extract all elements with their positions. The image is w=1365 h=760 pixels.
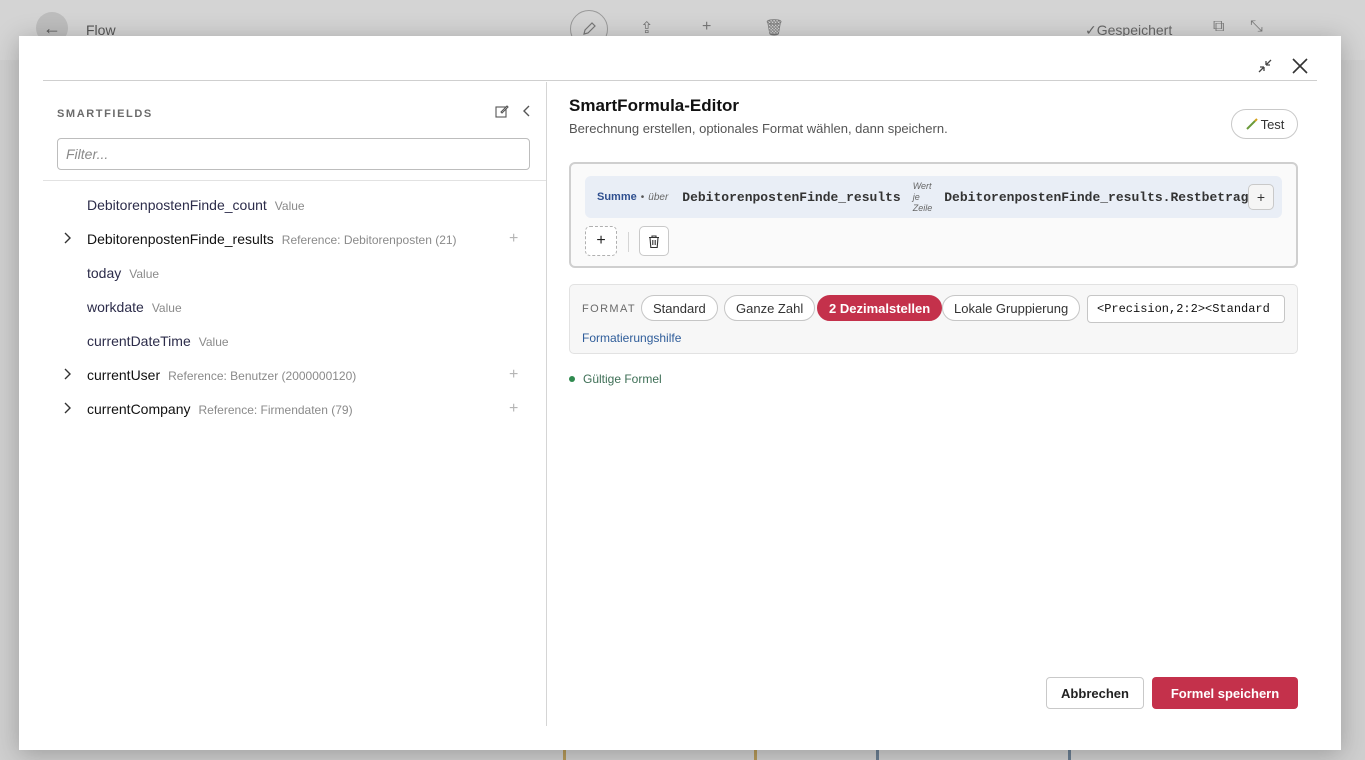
status-dot-icon xyxy=(569,376,575,382)
dialog-header-divider xyxy=(43,80,1317,81)
minimize-icon[interactable] xyxy=(1253,54,1277,78)
list-item[interactable]: DebitorenpostenFinde_count Value xyxy=(43,188,547,222)
format-string-input[interactable]: <Precision,2:2><Standard xyxy=(1087,295,1285,323)
list-item[interactable]: today Value xyxy=(43,256,547,290)
editor-title: SmartFormula-Editor xyxy=(569,96,740,115)
list-item[interactable]: currentUser Reference: Benutzer (20000001… xyxy=(43,358,547,392)
smartfield-kind: Value xyxy=(129,267,160,281)
smartfield-name: currentDateTime xyxy=(87,333,191,349)
smartfields-actions xyxy=(495,104,533,123)
filter-divider xyxy=(43,180,547,181)
list-item[interactable]: workdate Value xyxy=(43,290,547,324)
over-label: über xyxy=(648,191,669,203)
share-icon: ⇪ xyxy=(640,20,654,37)
close-icon[interactable] xyxy=(1288,54,1312,78)
smartfield-name: workdate xyxy=(87,299,144,315)
editor-subtitle: Berechnung erstellen, optionales Format … xyxy=(569,121,948,136)
test-label: Test xyxy=(1260,116,1285,132)
smartfield-kind: Value xyxy=(274,199,305,213)
test-button[interactable]: Test xyxy=(1231,109,1298,139)
button-separator xyxy=(628,232,629,252)
collapse-icon: ⤡ xyxy=(1250,18,1263,35)
formula-line[interactable]: Summe • über DebitorenpostenFinde_result… xyxy=(585,176,1282,218)
smartfields-panel: SMARTFIELDS DebitorenpostenFinde_count Va… xyxy=(43,82,547,726)
smartfield-kind: Value xyxy=(151,301,182,315)
formula-area: Summe • über DebitorenpostenFinde_result… xyxy=(569,162,1298,268)
format-chip-integer[interactable]: Ganze Zahl xyxy=(724,295,816,321)
formula-source[interactable]: DebitorenpostenFinde_results xyxy=(682,190,900,205)
validation-status: Gültige Formel xyxy=(569,372,662,386)
add-formula-line-button[interactable]: + xyxy=(585,226,617,256)
list-item[interactable]: DebitorenpostenFinde_results Reference: D… xyxy=(43,222,547,256)
add-field-icon[interactable]: + xyxy=(509,230,518,248)
trash-icon: 🗑 xyxy=(764,20,785,37)
smartfields-title: SMARTFIELDS xyxy=(57,108,153,120)
chevron-right-icon[interactable] xyxy=(63,231,75,247)
smartfield-name: currentCompany xyxy=(87,401,191,417)
format-chip-local-grouping[interactable]: Lokale Gruppierung xyxy=(942,295,1081,321)
smartfield-name: today xyxy=(87,265,122,281)
smartfield-kind: Value xyxy=(198,335,229,349)
list-item[interactable]: currentCompany Reference: Firmendaten (79… xyxy=(43,392,547,426)
validation-text: Gültige Formel xyxy=(583,372,662,386)
smartfield-kind: Reference: Debitorenposten (21) xyxy=(281,233,457,247)
collapse-panel-icon[interactable] xyxy=(521,104,533,123)
edit-icon[interactable] xyxy=(495,104,509,123)
panel-divider xyxy=(546,82,547,726)
save-formula-button[interactable]: Formel speichern xyxy=(1152,677,1298,709)
format-section: FORMAT Standard Ganze Zahl 2 Dezimalstel… xyxy=(569,284,1298,354)
delete-button[interactable] xyxy=(639,226,669,256)
editor-panel: SmartFormula-Editor Berechnung erstellen… xyxy=(569,96,1299,386)
smartfield-name: DebitorenpostenFinde_results xyxy=(87,231,274,247)
trash-icon xyxy=(649,234,659,248)
add-field-icon[interactable]: + xyxy=(509,400,518,418)
smartfield-name: currentUser xyxy=(87,367,161,383)
format-chip-standard[interactable]: Standard xyxy=(641,295,718,321)
smartfield-name: DebitorenpostenFinde_count xyxy=(87,197,267,213)
plus-icon: + xyxy=(702,18,712,35)
list-item[interactable]: currentDateTime Value xyxy=(43,324,547,358)
smartfield-kind: Reference: Benutzer (2000000120) xyxy=(168,369,357,383)
per-row-label: Wert je Zeile xyxy=(912,180,933,213)
chevron-right-icon[interactable] xyxy=(63,401,75,417)
popout-icon: ⧉ xyxy=(1213,18,1225,35)
add-field-icon[interactable]: + xyxy=(509,366,518,384)
smartfields-tree: DebitorenpostenFinde_count Value Debitore… xyxy=(43,188,547,426)
formula-add-term-button[interactable]: + xyxy=(1248,184,1274,210)
formula-field[interactable]: DebitorenpostenFinde_results.Restbetrag xyxy=(944,190,1248,205)
format-label: FORMAT xyxy=(582,303,637,315)
format-chip-two-decimals[interactable]: 2 Dezimalstellen xyxy=(817,295,943,321)
aggregate-function[interactable]: Summe xyxy=(597,191,637,203)
chevron-right-icon[interactable] xyxy=(63,367,75,383)
smartformula-dialog: SMARTFIELDS DebitorenpostenFinde_count Va… xyxy=(19,36,1341,750)
wand-icon xyxy=(1245,118,1258,130)
filter-input[interactable] xyxy=(57,138,530,170)
smartfield-kind: Reference: Firmendaten (79) xyxy=(198,403,353,417)
format-help-link[interactable]: Formatierungshilfe xyxy=(582,331,681,345)
cancel-button[interactable]: Abbrechen xyxy=(1046,677,1144,709)
aggregate-dot: • xyxy=(640,191,645,203)
